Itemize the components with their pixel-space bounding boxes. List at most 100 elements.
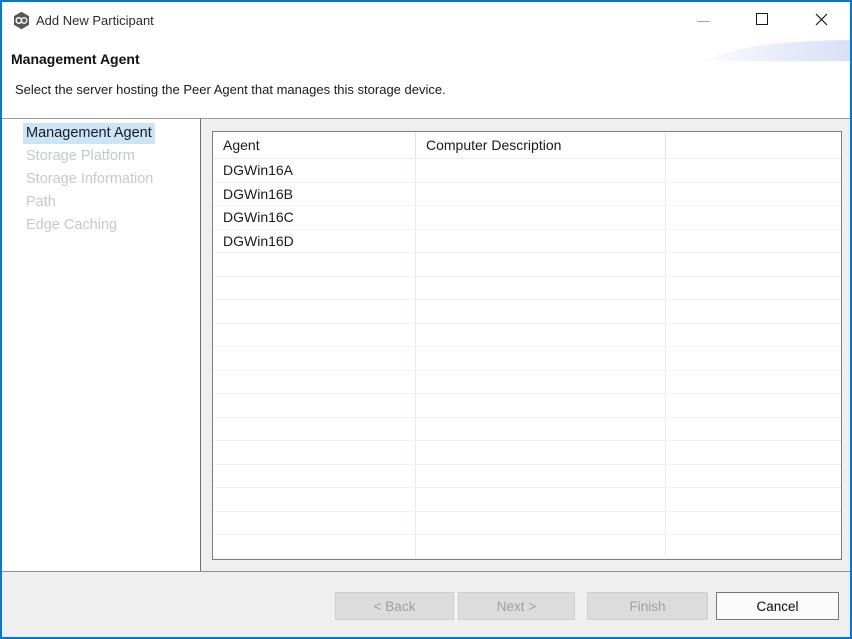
sidebar-item-storage-information[interactable]: Storage Information [2, 169, 200, 192]
table-header-row: Agent Computer Description [213, 132, 841, 159]
table-row-empty [213, 418, 841, 442]
table-row-empty [213, 512, 841, 536]
empty-cell [666, 253, 841, 276]
empty-cell [213, 559, 416, 561]
table-row-empty [213, 394, 841, 418]
next-button[interactable]: Next > [458, 592, 575, 620]
agent-cell: DGWin16B [213, 183, 416, 206]
empty-cell [666, 465, 841, 488]
table-row-dgwin16a[interactable]: DGWin16A [213, 159, 841, 183]
empty-cell [666, 512, 841, 535]
empty-cell [666, 300, 841, 323]
empty-cell [666, 324, 841, 347]
wizard-steps-sidebar: Management Agent Storage Platform Storag… [2, 119, 201, 571]
empty-cell [213, 347, 416, 370]
column-header-computer-description[interactable]: Computer Description [416, 132, 666, 158]
empty-rows-region [213, 253, 841, 560]
sidebar-item-management-agent[interactable]: Management Agent [2, 123, 200, 146]
sidebar-item-label: Edge Caching [23, 215, 120, 236]
column-header-agent[interactable]: Agent [213, 132, 416, 158]
description-cell [416, 230, 666, 253]
back-button[interactable]: < Back [335, 592, 454, 620]
sidebar-item-label: Management Agent [23, 123, 155, 144]
agent-cell: DGWin16A [213, 159, 416, 182]
filler-cell [666, 230, 841, 253]
table-row-empty [213, 300, 841, 324]
empty-cell [213, 277, 416, 300]
table-row-dgwin16b[interactable]: DGWin16B [213, 183, 841, 207]
empty-cell [416, 512, 666, 535]
empty-cell [213, 441, 416, 464]
minimize-icon [697, 21, 710, 22]
empty-cell [416, 559, 666, 561]
empty-cell [213, 488, 416, 511]
sidebar-item-label: Storage Information [23, 169, 156, 190]
empty-cell [416, 441, 666, 464]
table-row-empty [213, 535, 841, 559]
minimize-button[interactable] [686, 2, 720, 36]
empty-cell [666, 371, 841, 394]
empty-cell [213, 253, 416, 276]
description-cell [416, 159, 666, 182]
table-row-empty [213, 488, 841, 512]
agent-cell: DGWin16D [213, 230, 416, 253]
empty-cell [666, 418, 841, 441]
table-row-empty [213, 347, 841, 371]
window-title: Add New Participant [36, 13, 154, 28]
decorative-swoosh [707, 38, 850, 62]
cancel-button[interactable]: Cancel [716, 592, 839, 620]
title-bar[interactable]: Add New Participant [2, 2, 850, 40]
empty-cell [666, 559, 841, 561]
empty-cell [416, 277, 666, 300]
sidebar-item-path[interactable]: Path [2, 192, 200, 215]
empty-cell [416, 394, 666, 417]
table-row-empty [213, 324, 841, 348]
empty-cell [416, 488, 666, 511]
empty-cell [666, 347, 841, 370]
empty-cell [416, 324, 666, 347]
table-row-empty [213, 465, 841, 489]
empty-cell [666, 277, 841, 300]
close-button[interactable] [804, 2, 838, 36]
filler-cell [666, 206, 841, 229]
peer-app-icon [12, 11, 31, 30]
table-row-empty [213, 277, 841, 301]
page-title: Management Agent [11, 51, 140, 67]
description-cell [416, 183, 666, 206]
empty-cell [213, 418, 416, 441]
empty-cell [416, 253, 666, 276]
table-row-dgwin16d[interactable]: DGWin16D [213, 230, 841, 254]
add-new-participant-dialog: Add New Participant Management Agent Sel… [0, 0, 852, 639]
content-area: Management Agent Storage Platform Storag… [2, 119, 850, 637]
table-row-empty [213, 441, 841, 465]
description-cell [416, 206, 666, 229]
empty-cell [416, 347, 666, 370]
agents-table: Agent Computer Description DGWin16A DGWi… [212, 131, 842, 560]
empty-cell [416, 535, 666, 558]
sidebar-item-storage-platform[interactable]: Storage Platform [2, 146, 200, 169]
agent-cell: DGWin16C [213, 206, 416, 229]
empty-cell [213, 465, 416, 488]
table-row-dgwin16c[interactable]: DGWin16C [213, 206, 841, 230]
sidebar-item-label: Path [23, 192, 59, 213]
empty-cell [213, 535, 416, 558]
empty-cell [213, 512, 416, 535]
empty-cell [416, 465, 666, 488]
filler-cell [666, 183, 841, 206]
empty-cell [666, 535, 841, 558]
finish-button[interactable]: Finish [587, 592, 708, 620]
empty-cell [213, 394, 416, 417]
empty-cell [666, 394, 841, 417]
empty-cell [666, 488, 841, 511]
empty-cell [416, 418, 666, 441]
close-icon [815, 13, 828, 26]
maximize-button[interactable] [745, 2, 779, 36]
filler-cell [666, 159, 841, 182]
sidebar-item-edge-caching[interactable]: Edge Caching [2, 215, 200, 238]
empty-cell [666, 441, 841, 464]
column-header-filler [666, 132, 841, 158]
maximize-icon [756, 13, 768, 25]
empty-cell [213, 300, 416, 323]
table-row-empty [213, 253, 841, 277]
sidebar-item-label: Storage Platform [23, 146, 138, 167]
